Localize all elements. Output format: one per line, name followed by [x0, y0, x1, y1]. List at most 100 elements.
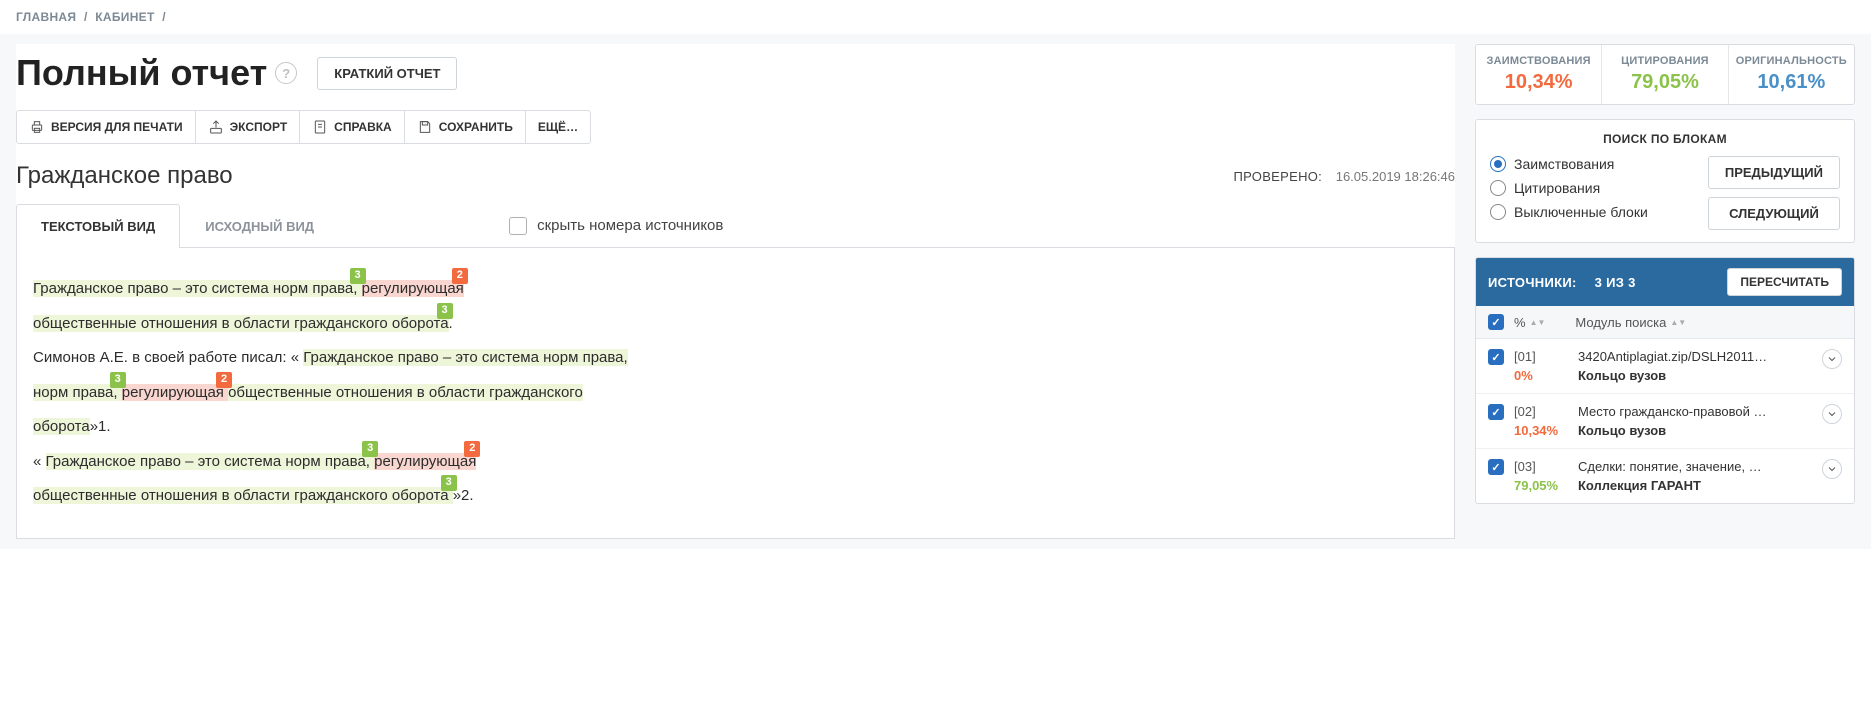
highlight-cite[interactable]: Гражданское право – это система норм пра…: [33, 280, 362, 297]
checkbox-icon: [509, 217, 527, 235]
print-button[interactable]: ВЕРСИЯ ДЛЯ ПЕЧАТИ: [17, 111, 196, 143]
print-icon: [29, 119, 45, 135]
hide-source-numbers-checkbox[interactable]: скрыть номера источников: [509, 217, 723, 235]
source-title[interactable]: Место гражданско-правовой …: [1578, 404, 1812, 419]
source-tag-3[interactable]: 3: [362, 441, 378, 457]
print-label: ВЕРСИЯ ДЛЯ ПЕЧАТИ: [51, 120, 183, 134]
highlight-cite[interactable]: общественные отношения в области граждан…: [228, 384, 583, 401]
block-search-title: ПОИСК ПО БЛОКАМ: [1490, 132, 1840, 146]
highlight-cite[interactable]: Гражданское право – это система норм пра…: [303, 349, 627, 366]
radio-borrow-label: Заимствования: [1514, 156, 1614, 172]
source-row: [03] 79,05% Сделки: понятие, значение, ……: [1476, 449, 1854, 503]
export-label: ЭКСПОРТ: [230, 120, 288, 134]
source-tag-3[interactable]: 3: [110, 372, 126, 388]
source-tag-3[interactable]: 3: [350, 268, 366, 284]
breadcrumb: ГЛАВНАЯ / КАБИНЕТ /: [0, 0, 1871, 34]
block-search-panel: ПОИСК ПО БЛОКАМ Заимствования Цитировани…: [1475, 119, 1855, 243]
source-num: [01]: [1514, 349, 1568, 364]
source-row: [01] 0% 3420Antiplagiat.zip/DSLH2011… Ко…: [1476, 339, 1854, 394]
stat-cite-value: 79,05%: [1606, 71, 1723, 94]
toolbar: ВЕРСИЯ ДЛЯ ПЕЧАТИ ЭКСПОРТ СПРАВКА СОХРАН…: [16, 110, 591, 144]
save-button[interactable]: СОХРАНИТЬ: [405, 111, 526, 143]
source-tag-2[interactable]: 2: [452, 268, 468, 284]
checked-timestamp: ПРОВЕРЕНО: 16.05.2019 18:26:46: [1233, 169, 1455, 184]
checked-label: ПРОВЕРЕНО:: [1233, 169, 1322, 184]
stat-orig-value: 10,61%: [1733, 71, 1850, 94]
document-title: Гражданское право: [16, 162, 233, 190]
radio-disabled-label: Выключенные блоки: [1514, 204, 1648, 220]
highlight-cite[interactable]: общественные отношения в области граждан…: [33, 315, 449, 332]
source-tag-2[interactable]: 2: [216, 372, 232, 388]
breadcrumb-sep: /: [162, 10, 166, 24]
radio-disabled[interactable]: Выключенные блоки: [1490, 204, 1648, 220]
chevron-down-icon[interactable]: [1822, 404, 1842, 424]
source-pct: 0%: [1514, 368, 1568, 383]
stat-orig-label: ОРИГИНАЛЬНОСТЬ: [1733, 55, 1850, 67]
source-module: Коллекция ГАРАНТ: [1578, 478, 1812, 493]
save-icon: [417, 119, 433, 135]
source-tag-3[interactable]: 3: [441, 475, 457, 491]
source-pct: 10,34%: [1514, 423, 1568, 438]
highlight-cite[interactable]: общественные отношения в области граждан…: [33, 487, 453, 504]
breadcrumb-sep: /: [84, 10, 88, 24]
more-label: ЕЩЁ…: [538, 120, 578, 134]
next-button[interactable]: СЛЕДУЮЩИЙ: [1708, 197, 1840, 230]
source-row: [02] 10,34% Место гражданско-правовой … …: [1476, 394, 1854, 449]
stat-borrow-label: ЗАИМСТВОВАНИЯ: [1480, 55, 1597, 67]
col-module[interactable]: Модуль поиска▲▼: [1575, 315, 1686, 330]
short-report-button[interactable]: КРАТКИЙ ОТЧЕТ: [317, 57, 457, 90]
highlight-cite[interactable]: норм права, 3: [33, 384, 122, 401]
stats-panel: ЗАИМСТВОВАНИЯ 10,34% ЦИТИРОВАНИЯ 79,05% …: [1475, 44, 1855, 105]
page-title-text: Полный отчет: [16, 52, 267, 94]
hide-src-label: скрыть номера источников: [537, 217, 723, 234]
source-num: [02]: [1514, 404, 1568, 419]
stat-cite: ЦИТИРОВАНИЯ 79,05%: [1602, 45, 1728, 104]
stat-orig: ОРИГИНАЛЬНОСТЬ 10,61%: [1729, 45, 1854, 104]
sort-icon: ▲▼: [1670, 320, 1686, 325]
tab-source-view[interactable]: ИСХОДНЫЙ ВИД: [180, 204, 339, 248]
col-percent[interactable]: %▲▼: [1514, 315, 1545, 330]
stat-borrow: ЗАИМСТВОВАНИЯ 10,34%: [1476, 45, 1602, 104]
export-button[interactable]: ЭКСПОРТ: [196, 111, 301, 143]
source-tag-3[interactable]: 3: [437, 303, 453, 319]
checked-ts: 16.05.2019 18:26:46: [1336, 169, 1455, 184]
source-checkbox[interactable]: [1488, 349, 1504, 365]
prev-button[interactable]: ПРЕДЫДУЩИЙ: [1708, 156, 1840, 189]
radio-borrow[interactable]: Заимствования: [1490, 156, 1648, 172]
help-label: СПРАВКА: [334, 120, 392, 134]
source-module: Кольцо вузов: [1578, 368, 1812, 383]
chevron-down-icon[interactable]: [1822, 459, 1842, 479]
sources-panel: ИСТОЧНИКИ: 3 ИЗ 3 ПЕРЕСЧИТАТЬ %▲▼ Модуль…: [1475, 257, 1855, 504]
breadcrumb-cabinet[interactable]: КАБИНЕТ: [95, 10, 154, 24]
more-button[interactable]: ЕЩЁ…: [526, 111, 590, 143]
highlight-borrow[interactable]: регулирующая 2: [374, 453, 476, 470]
stat-cite-label: ЦИТИРОВАНИЯ: [1606, 55, 1723, 67]
save-label: СОХРАНИТЬ: [439, 120, 513, 134]
tab-text-view[interactable]: ТЕКСТОВЫЙ ВИД: [16, 204, 180, 248]
chevron-down-icon[interactable]: [1822, 349, 1842, 369]
help-icon[interactable]: ?: [275, 62, 297, 84]
select-all-checkbox[interactable]: [1488, 314, 1504, 330]
source-checkbox[interactable]: [1488, 459, 1504, 475]
recalc-button[interactable]: ПЕРЕСЧИТАТЬ: [1727, 268, 1842, 296]
stat-borrow-value: 10,34%: [1480, 71, 1597, 94]
source-tag-2[interactable]: 2: [464, 441, 480, 457]
sources-columns: %▲▼ Модуль поиска▲▼: [1476, 306, 1854, 339]
radio-cite[interactable]: Цитирования: [1490, 180, 1648, 196]
source-title[interactable]: Сделки: понятие, значение, …: [1578, 459, 1812, 474]
highlight-cite[interactable]: Гражданское право – это система норм пра…: [46, 453, 375, 470]
page-title: Полный отчет ?: [16, 52, 297, 94]
help-doc-icon: [312, 119, 328, 135]
source-checkbox[interactable]: [1488, 404, 1504, 420]
help-button[interactable]: СПРАВКА: [300, 111, 405, 143]
sort-icon: ▲▼: [1530, 320, 1546, 325]
highlight-borrow[interactable]: регулирующая 2: [362, 280, 464, 297]
source-title[interactable]: 3420Antiplagiat.zip/DSLH2011…: [1578, 349, 1812, 364]
text-body: Гражданское право – это система норм пра…: [16, 248, 1455, 539]
radio-cite-label: Цитирования: [1514, 180, 1600, 196]
highlight-cite[interactable]: оборота: [33, 418, 90, 435]
highlight-borrow[interactable]: регулирующая 2: [122, 384, 228, 401]
sources-head-label: ИСТОЧНИКИ:: [1488, 275, 1577, 290]
source-num: [03]: [1514, 459, 1568, 474]
breadcrumb-home[interactable]: ГЛАВНАЯ: [16, 10, 76, 24]
